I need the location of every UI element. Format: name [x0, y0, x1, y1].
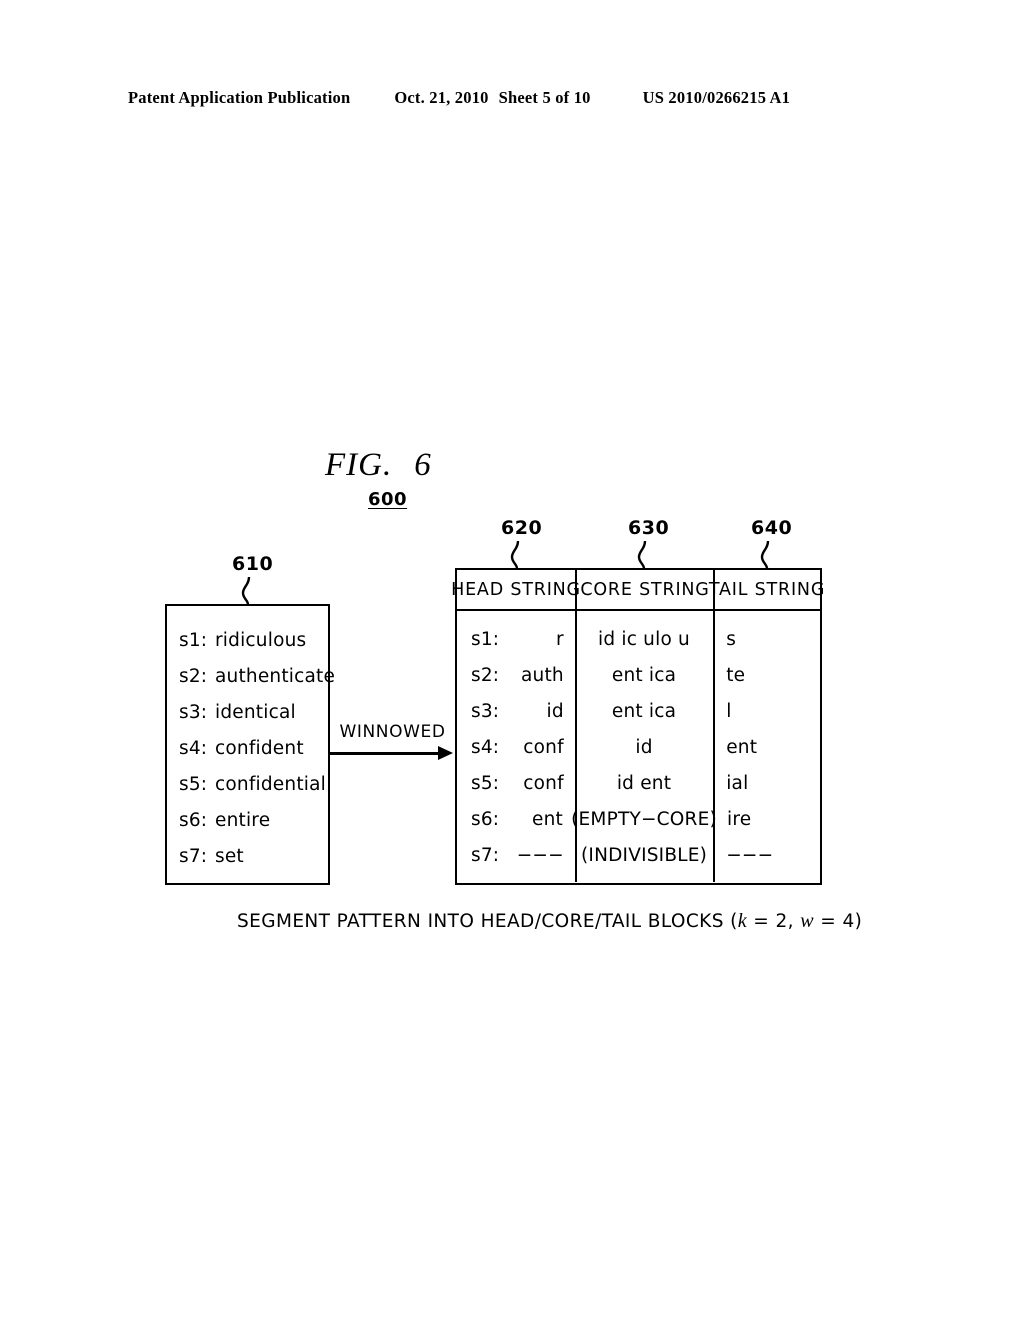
cell-core-string: id ent — [616, 772, 672, 794]
caption-var-w: w — [800, 910, 814, 932]
arrow-line — [330, 752, 440, 755]
cell-core-string: ent ica — [611, 700, 677, 722]
source-row-label: s2: — [179, 665, 208, 687]
caption-mid-1: = 2, — [747, 911, 801, 932]
patent-number: US 2010/0266215 A1 — [642, 88, 791, 107]
row-label: s6: — [471, 808, 500, 830]
head-value: id — [546, 700, 564, 722]
row-label: s5: — [471, 772, 500, 794]
row-label: s3: — [471, 700, 500, 722]
cell-head-string: s1: r — [457, 629, 576, 650]
column-header-tail-string: TAIL STRING — [708, 579, 826, 600]
row-label: s7: — [471, 844, 500, 866]
callout-620: 620 — [501, 517, 543, 539]
row-label: s2: — [471, 664, 500, 686]
row-label: s1: — [471, 628, 500, 650]
callout-610: 610 — [232, 553, 274, 575]
figure-caption: SEGMENT PATTERN INTO HEAD/CORE/TAIL BLOC… — [237, 910, 862, 933]
winnowed-arrow: WINNOWED — [330, 722, 455, 768]
source-row: s3: identical — [179, 701, 296, 723]
table-row: s3: id ent ica l — [457, 700, 820, 722]
leader-line-640 — [760, 541, 770, 571]
cell-head-string: s3: id — [457, 701, 576, 722]
table-row: s7: −−− (INDIVISIBLE) −−− — [457, 844, 820, 866]
figure-reference-number: 600 — [368, 489, 408, 510]
leader-line-610 — [241, 577, 251, 607]
source-row-label: s7: — [179, 845, 208, 867]
cell-head-string: s5: conf — [457, 773, 576, 794]
figure-title: FIG. 6 — [325, 447, 432, 484]
cell-tail-string: te — [726, 664, 746, 686]
figure-title-number: 6 — [414, 447, 432, 483]
figure-title-label: FIG. — [325, 447, 393, 483]
source-row-label: s1: — [179, 629, 208, 651]
caption-mid-2: = 4) — [813, 911, 863, 932]
publication-label: Patent Application Publication — [128, 88, 351, 107]
cell-tail-string: s — [726, 628, 737, 650]
sheet-number: Sheet 5 of 10 — [498, 88, 591, 107]
cell-tail-string: ial — [726, 772, 749, 794]
column-header-head-string: HEAD STRING — [451, 570, 580, 609]
publication-date: Oct. 21, 2010 — [394, 88, 489, 107]
head-value: conf — [523, 736, 564, 758]
source-row-value: ridiculous — [215, 629, 307, 651]
source-row: s6: entire — [179, 809, 271, 831]
arrow-head-icon — [438, 746, 453, 760]
source-row-value: identical — [215, 701, 296, 723]
table-row: s4: conf id ent — [457, 736, 820, 758]
table-row: s5: conf id ent ial — [457, 772, 820, 794]
head-core-tail-table: HEAD STRING CORE STRING TAIL STRING s1: r… — [451, 568, 826, 885]
source-row-value: authenticate — [215, 665, 336, 687]
page-header: Patent Application Publication Oct. 21, … — [128, 88, 896, 114]
source-row-value: confidential — [215, 773, 326, 795]
column-header-core-string: CORE STRING — [577, 570, 715, 609]
head-value: conf — [523, 772, 564, 794]
source-row-label: s5: — [179, 773, 208, 795]
source-row-label: s3: — [179, 701, 208, 723]
callout-640: 640 — [751, 517, 793, 539]
table-header-row: HEAD STRING CORE STRING TAIL STRING — [451, 570, 826, 611]
table-row: s2: auth ent ica te — [457, 664, 820, 686]
cell-core-string: id — [635, 736, 653, 758]
source-row-label: s6: — [179, 809, 208, 831]
source-row-value: set — [215, 845, 244, 867]
callout-630: 630 — [628, 517, 670, 539]
cell-tail-string: ent — [726, 736, 758, 758]
head-value: −−− — [516, 844, 564, 866]
source-row: s4: confident — [179, 737, 304, 759]
source-row: s7: set — [179, 845, 244, 867]
source-row-value: entire — [215, 809, 271, 831]
table-row: s1: r id ic ulo u s — [457, 628, 820, 650]
row-label: s4: — [471, 736, 500, 758]
source-row-value: confident — [215, 737, 304, 759]
cell-tail-string: ire — [727, 808, 752, 830]
cell-core-string: (EMPTY−CORE) — [571, 808, 717, 830]
cell-head-string: s6: ent — [457, 809, 575, 830]
source-row: s5: confidential — [179, 773, 326, 795]
head-value: auth — [520, 664, 564, 686]
cell-tail-string: l — [726, 700, 732, 722]
source-row: s1: ridiculous — [179, 629, 307, 651]
cell-head-string: s4: conf — [457, 737, 576, 758]
head-value: ent — [532, 808, 564, 830]
cell-core-string: ent ica — [611, 664, 677, 686]
leader-line-630 — [637, 541, 647, 571]
leader-line-620 — [510, 541, 520, 571]
caption-text-before: SEGMENT PATTERN INTO HEAD/CORE/TAIL BLOC… — [237, 911, 738, 932]
source-row: s2: authenticate — [179, 665, 336, 687]
cell-core-string: (INDIVISIBLE) — [581, 844, 708, 866]
cell-head-string: s2: auth — [457, 665, 576, 686]
table-row: s6: ent (EMPTY−CORE) ire — [457, 808, 820, 830]
cell-core-string: id ic ulo u — [598, 628, 690, 650]
table-body: s1: r id ic ulo u s s2: auth ent ica te s3… — [457, 611, 820, 882]
source-pattern-box: s1: ridiculous s2: authenticate s3: identic… — [165, 604, 335, 885]
cell-head-string: s7: −−− — [457, 845, 576, 866]
head-value: r — [556, 628, 564, 650]
cell-tail-string: −−− — [726, 844, 774, 866]
caption-var-k: k — [737, 910, 748, 932]
source-row-label: s4: — [179, 737, 208, 759]
winnowed-arrow-label: WINNOWED — [339, 722, 446, 742]
